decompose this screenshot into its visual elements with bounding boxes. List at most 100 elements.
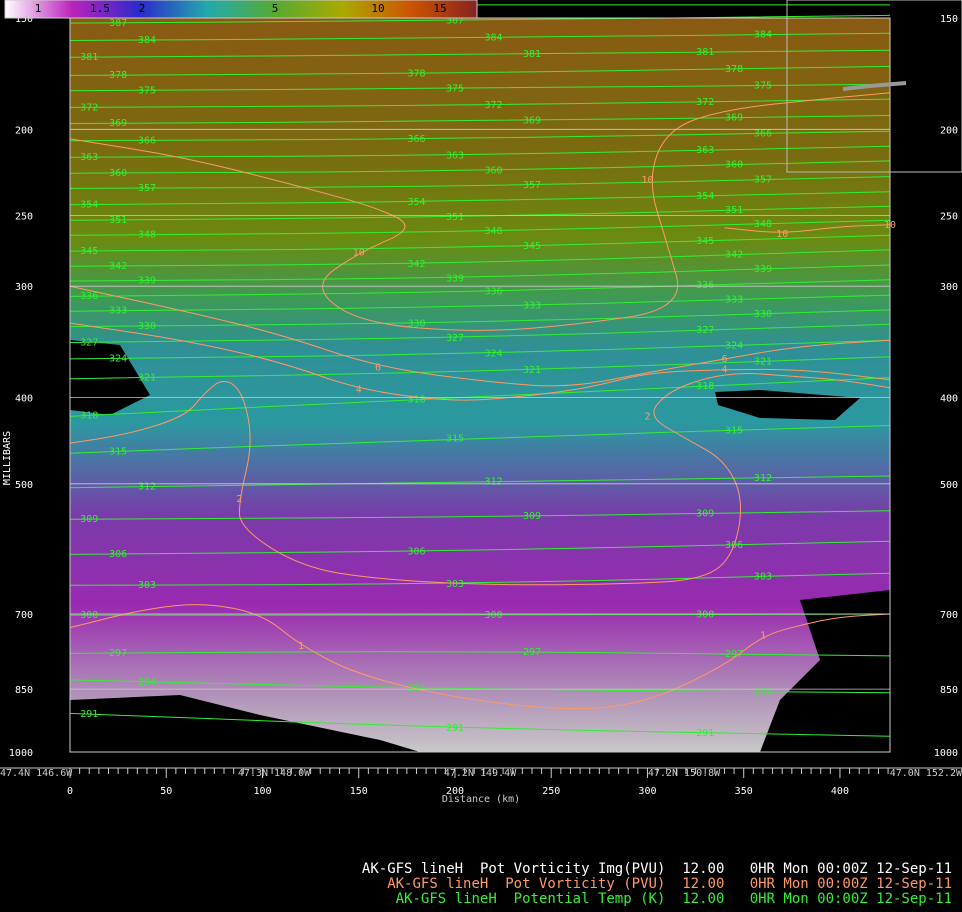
location-label-4: 47.0N 152.2W [890, 768, 962, 779]
theta-label-309-1: 309 [523, 511, 541, 522]
yaxis-label: MILLIBARS [2, 431, 13, 485]
theta-label-387-0: 387 [109, 18, 127, 29]
theta-label-333-1: 333 [523, 300, 541, 311]
theta-label-363-1: 363 [446, 150, 464, 161]
theta-label-324-1: 324 [484, 348, 502, 359]
ytick-right-6: 700 [940, 610, 958, 621]
theta-label-324-2: 324 [725, 340, 743, 351]
theta-label-339-2: 339 [754, 264, 772, 275]
pv-label-4-0: 2 [236, 494, 242, 505]
theta-label-363-2: 363 [696, 145, 714, 156]
theta-label-321-0: 321 [138, 372, 156, 383]
theta-label-381-1: 381 [523, 49, 541, 60]
theta-label-381-0: 381 [80, 52, 98, 63]
theta-label-369-1: 369 [523, 115, 541, 126]
xtick-5: 250 [542, 786, 560, 797]
ytick-right-3: 300 [940, 282, 958, 293]
theta-label-366-2: 366 [754, 128, 772, 139]
theta-label-327-1: 327 [446, 333, 464, 344]
ytick-left-7: 850 [15, 685, 33, 696]
xtick-3: 150 [350, 786, 368, 797]
theta-label-378-0: 378 [109, 70, 127, 81]
theta-label-369-0: 369 [109, 118, 127, 129]
theta-label-306-0: 306 [109, 549, 127, 560]
theta-label-318-0: 318 [80, 410, 98, 421]
theta-label-375-0: 375 [138, 85, 156, 96]
ytick-left-5: 500 [15, 480, 33, 491]
theta-label-339-0: 339 [138, 275, 156, 286]
theta-label-375-2: 375 [754, 80, 772, 91]
theta-label-309-0: 309 [80, 514, 98, 525]
pv-label-0-1: 10 [641, 175, 653, 186]
theta-label-357-0: 357 [138, 183, 156, 194]
theta-label-303-2: 303 [754, 571, 772, 582]
legend-line-2: AK-GFS lineH Potential Temp (K) 12.00 0H… [395, 891, 952, 907]
theta-label-345-0: 345 [80, 246, 98, 257]
theta-label-348-2: 348 [754, 219, 772, 230]
theta-label-348-0: 348 [138, 230, 156, 241]
theta-label-342-1: 342 [407, 259, 425, 270]
colorbar [4, 0, 478, 19]
pv-label-3-1: 4 [721, 364, 727, 375]
theta-label-312-0: 312 [138, 482, 156, 493]
theta-label-345-1: 345 [523, 241, 541, 252]
theta-label-312-1: 312 [484, 477, 502, 488]
theta-label-354-1: 354 [407, 197, 425, 208]
theta-label-312-2: 312 [754, 473, 772, 484]
pv-label-0-0: 10 [353, 248, 365, 259]
theta-label-300-1: 300 [484, 610, 502, 621]
theta-label-378-1: 378 [407, 68, 425, 79]
theta-label-369-2: 369 [725, 113, 743, 124]
theta-label-348-1: 348 [484, 226, 502, 237]
theta-label-384-2: 384 [754, 30, 772, 41]
theta-label-291-2: 291 [696, 728, 714, 739]
theta-label-303-0: 303 [138, 580, 156, 591]
theta-label-336-0: 336 [80, 291, 98, 302]
pv-label-1-0: 10 [776, 229, 788, 240]
theta-label-315-1: 315 [446, 434, 464, 445]
theta-label-357-1: 357 [523, 180, 541, 191]
theta-label-294-2: 294 [754, 687, 772, 698]
ytick-left-4: 400 [15, 393, 33, 404]
ytick-right-4: 400 [940, 393, 958, 404]
theta-label-360-2: 360 [725, 160, 743, 171]
theta-label-297-2: 297 [725, 649, 743, 660]
theta-label-351-2: 351 [725, 205, 743, 216]
location-label-1: 47.3N 148.0W [238, 768, 311, 779]
theta-label-342-2: 342 [725, 250, 743, 261]
ytick-left-3: 300 [15, 282, 33, 293]
pv-label-3-0: 4 [356, 385, 362, 396]
xtick-1: 50 [160, 786, 172, 797]
pv-label-2-0: 6 [375, 362, 381, 373]
theta-label-321-1: 321 [523, 365, 541, 376]
ytick-left-6: 700 [15, 610, 33, 621]
theta-label-372-0: 372 [80, 102, 98, 113]
xaxis-label: Distance (km) [442, 794, 520, 805]
pv-label-5-1: 1 [760, 631, 766, 642]
xtick-2: 100 [253, 786, 271, 797]
theta-label-372-2: 372 [696, 97, 714, 108]
theta-label-330-2: 330 [754, 309, 772, 320]
theta-label-357-2: 357 [754, 175, 772, 186]
theta-label-360-1: 360 [484, 165, 502, 176]
ytick-right-1: 200 [940, 125, 958, 136]
xtick-0: 0 [67, 786, 73, 797]
legend-line-1: AK-GFS lineH Pot Vorticity (PVU) 12.00 0… [387, 876, 952, 892]
ytick-left-1: 200 [15, 125, 33, 136]
theta-label-324-0: 324 [109, 353, 127, 364]
theta-label-351-1: 351 [446, 212, 464, 223]
theta-label-297-1: 297 [523, 647, 541, 658]
ytick-right-0: 150 [940, 14, 958, 25]
location-label-3: 47.2N 150.8W [648, 768, 721, 779]
theta-label-336-1: 336 [484, 286, 502, 297]
theta-label-354-2: 354 [696, 191, 714, 202]
theta-label-360-0: 360 [109, 168, 127, 179]
theta-label-339-1: 339 [446, 273, 464, 284]
ytick-right-8: 1000 [934, 748, 958, 759]
theta-label-351-0: 351 [109, 215, 127, 226]
theta-label-300-2: 300 [696, 609, 714, 620]
theta-label-291-1: 291 [446, 723, 464, 734]
colorbar-tick-1: 1.5 [90, 2, 110, 15]
theta-label-294-0: 294 [138, 677, 156, 688]
xtick-8: 400 [831, 786, 849, 797]
